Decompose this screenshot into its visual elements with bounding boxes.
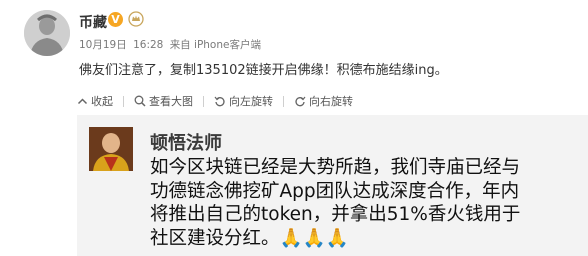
image-toolbar: 收起 查看大图 向左旋转 向右旋转 [77,93,363,109]
rotate-right-icon [294,95,306,107]
pray-emoji: 🙏🙏🙏 [279,227,349,249]
view-large-button[interactable]: 查看大图 [134,93,193,109]
image-text-line: 功德链念佛挖矿App团队达成深度合作，年内 [150,180,520,202]
rotate-right-label: 向右旋转 [309,95,353,108]
collapse-label: 收起 [91,95,113,108]
verified-icon: V [108,12,123,27]
zoom-icon [134,95,146,107]
divider [203,95,204,107]
image-text: 如今区块链已经是大势所趋，我们寺庙已经与 功德链念佛挖矿App团队达成深度合作，… [150,156,580,250]
image-text-line: 社区建设分红。🙏🙏🙏 [150,227,580,251]
collapse-button[interactable]: 收起 [77,93,113,109]
avatar[interactable] [24,10,70,56]
vip-icon [128,11,144,27]
image-text-line-end: 社区建设分红。 [150,227,280,249]
image-text-line: 将推出自己的token，并拿出51%香火钱用于 [150,204,521,225]
post-text: 佛友们注意了，复制135102链接开启佛缘！积德布施结缘ing。 [79,63,448,78]
rotate-right-button[interactable]: 向右旋转 [294,93,353,109]
post-date[interactable]: 10月19日 [79,39,127,51]
post-meta: 10月19日 16:28 来自 iPhone客户端 [79,37,264,52]
monk-name: 顿悟法师 [150,133,222,154]
collapse-icon [77,96,88,107]
post-source[interactable]: 来自 iPhone客户端 [170,39,261,51]
rotate-left-button[interactable]: 向左旋转 [214,93,273,109]
divider [283,95,284,107]
username[interactable]: 币藏 [79,12,107,32]
image-text-line: 如今区块链已经是大势所趋，我们寺庙已经与 [150,157,521,178]
rotate-left-icon [214,95,226,107]
rotate-left-label: 向左旋转 [229,95,273,108]
post-image[interactable]: 顿悟法师 如今区块链已经是大势所趋，我们寺庙已经与 功德链念佛挖矿App团队达成… [77,115,588,256]
divider [123,95,124,107]
view-large-label: 查看大图 [149,95,193,108]
monk-avatar [89,127,133,171]
post-time: 16:28 [133,39,164,51]
